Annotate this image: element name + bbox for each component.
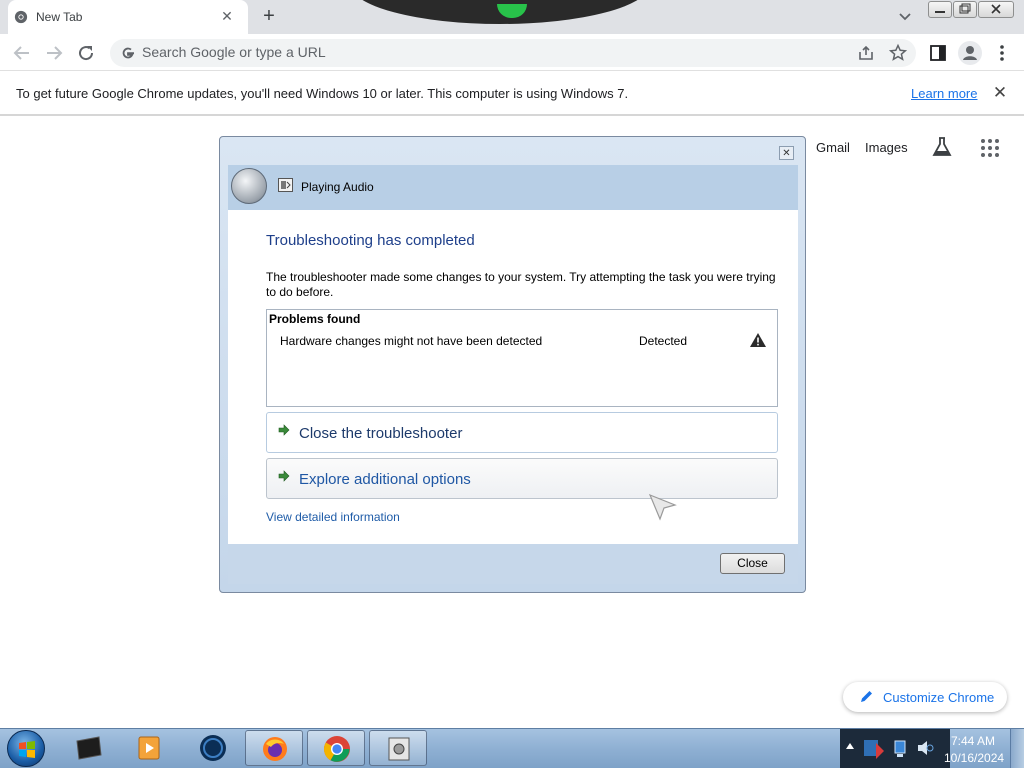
troubleshooter-app-icon bbox=[278, 178, 293, 192]
chrome-favicon-icon bbox=[14, 10, 28, 24]
google-g-icon bbox=[122, 47, 134, 59]
learn-more-link[interactable]: Learn more bbox=[911, 86, 977, 101]
troubleshooter-icon bbox=[388, 737, 410, 761]
omnibox-placeholder[interactable]: Search Google or type a URL bbox=[142, 44, 326, 60]
dialog-footer bbox=[228, 544, 798, 584]
reload-icon[interactable] bbox=[74, 41, 98, 65]
profile-avatar[interactable] bbox=[958, 41, 982, 65]
dialog-heading: Troubleshooting has completed bbox=[266, 232, 475, 249]
explore-options-label[interactable]: Explore additional options bbox=[299, 471, 471, 488]
taskbar-troubleshooter[interactable] bbox=[369, 730, 427, 766]
taskbar-media-center[interactable] bbox=[60, 730, 118, 766]
dialog-window-title: Playing Audio bbox=[301, 180, 374, 194]
customize-chrome-label[interactable]: Customize Chrome bbox=[883, 690, 994, 705]
tab-title: New Tab bbox=[36, 10, 83, 24]
pencil-icon bbox=[861, 691, 872, 702]
taskbar-globe[interactable] bbox=[184, 730, 242, 766]
network-icon[interactable] bbox=[893, 737, 907, 761]
gmail-link[interactable]: Gmail bbox=[816, 140, 850, 155]
media-player-icon bbox=[138, 736, 160, 760]
clock-date[interactable]: 10/16/2024 bbox=[944, 751, 1004, 765]
speaker-icon[interactable] bbox=[916, 738, 934, 758]
dialog-description: The troubleshooter made some changes to … bbox=[266, 270, 776, 299]
window-minimize-button[interactable] bbox=[928, 1, 952, 18]
images-link[interactable]: Images bbox=[865, 140, 908, 155]
problems-title: Problems found bbox=[269, 312, 361, 326]
close-button[interactable]: Close bbox=[720, 553, 785, 574]
mouse-cursor-icon bbox=[648, 493, 677, 521]
problem-status: Detected bbox=[639, 334, 688, 348]
taskbar-firefox[interactable] bbox=[245, 730, 303, 766]
tab-close-icon[interactable]: ✕ bbox=[218, 7, 236, 25]
share-icon[interactable] bbox=[856, 43, 876, 63]
infobar-close-icon[interactable]: ✕ bbox=[992, 84, 1008, 101]
tray-expand-icon[interactable] bbox=[845, 741, 855, 751]
back-button[interactable] bbox=[231, 168, 267, 204]
kebab-menu-icon[interactable] bbox=[994, 43, 1010, 63]
forward-arrow-icon[interactable] bbox=[42, 41, 66, 65]
show-desktop-button[interactable] bbox=[1010, 729, 1024, 768]
labs-flask-icon[interactable] bbox=[932, 136, 952, 158]
tab-search-chevron-icon[interactable] bbox=[896, 8, 914, 26]
view-details-link[interactable]: View detailed information bbox=[266, 510, 400, 524]
action-center-icon[interactable] bbox=[862, 737, 886, 761]
warning-icon bbox=[750, 333, 766, 347]
problem-name: Hardware changes might not have been det… bbox=[280, 334, 543, 348]
apps-grid-icon[interactable] bbox=[980, 138, 1000, 158]
bookmark-star-icon[interactable] bbox=[888, 43, 908, 63]
dialog-close-icon[interactable]: ✕ bbox=[779, 146, 794, 160]
side-panel-icon[interactable] bbox=[928, 43, 948, 63]
new-tab-button[interactable]: + bbox=[258, 6, 280, 28]
infobar-message: To get future Google Chrome updates, you… bbox=[16, 86, 629, 101]
media-center-icon bbox=[76, 736, 102, 760]
green-arrow-icon bbox=[278, 424, 290, 436]
window-close-button[interactable] bbox=[978, 1, 1014, 18]
firefox-icon bbox=[263, 737, 287, 761]
back-arrow-icon[interactable] bbox=[10, 41, 34, 65]
clock-time[interactable]: 7:44 AM bbox=[951, 734, 995, 748]
window-restore-button[interactable] bbox=[953, 1, 977, 18]
globe-icon bbox=[200, 735, 226, 761]
start-button[interactable] bbox=[7, 730, 45, 767]
green-arrow-icon bbox=[278, 470, 290, 482]
taskbar-chrome[interactable] bbox=[307, 730, 365, 766]
taskbar-media-player[interactable] bbox=[121, 730, 179, 766]
close-troubleshooter-label[interactable]: Close the troubleshooter bbox=[299, 425, 462, 442]
chrome-icon bbox=[324, 736, 350, 762]
